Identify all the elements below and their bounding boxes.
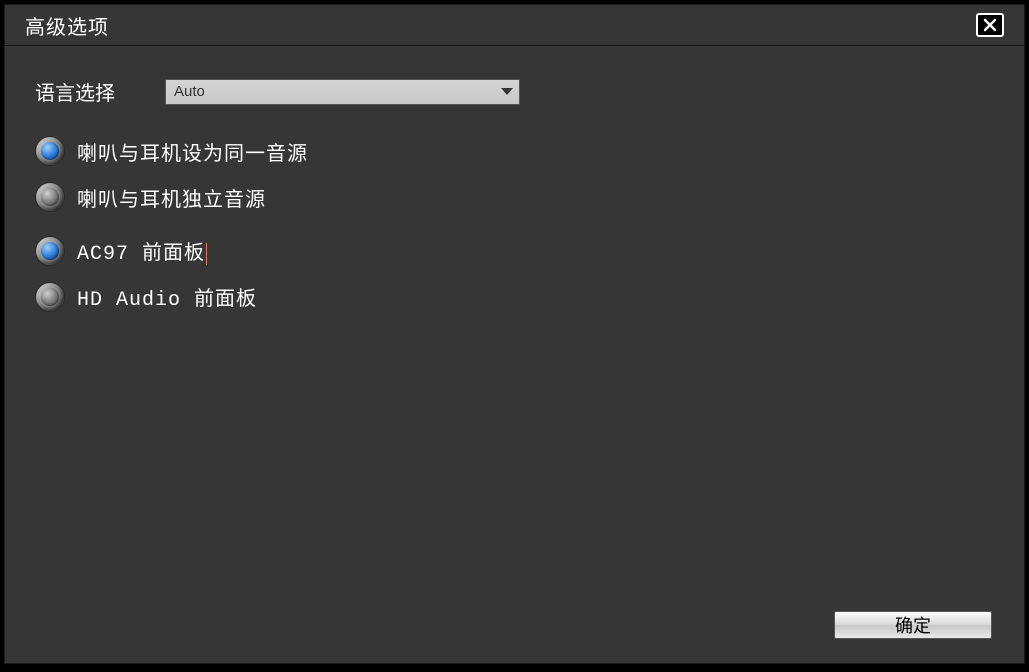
content-area: 语言选择 Auto 喇叭与耳机设为同一音源 喇叭与耳机独立音源: [5, 47, 1024, 312]
radio-icon: [35, 236, 65, 266]
radio-label: 喇叭与耳机独立音源: [77, 183, 266, 212]
radio-icon: [35, 136, 65, 166]
text-cursor: [206, 243, 207, 265]
ok-button[interactable]: 确定: [834, 611, 992, 639]
close-button[interactable]: [976, 13, 1004, 37]
language-selected-value: Auto: [174, 83, 205, 100]
close-icon: [983, 18, 997, 32]
front-panel-group: AC97 前面板 HD Audio 前面板: [35, 236, 994, 312]
language-label: 语言选择: [35, 77, 165, 106]
language-dropdown[interactable]: Auto: [165, 79, 520, 105]
audio-source-group: 喇叭与耳机设为同一音源 喇叭与耳机独立音源: [35, 136, 994, 212]
chevron-down-icon: [501, 88, 513, 95]
radio-independent-audio-source[interactable]: 喇叭与耳机独立音源: [35, 182, 994, 212]
radio-selected-icon: [41, 242, 59, 260]
titlebar: 高级选项: [5, 5, 1024, 45]
radio-selected-icon: [41, 142, 59, 160]
radio-unselected-icon: [41, 188, 59, 206]
radio-hd-audio-panel[interactable]: HD Audio 前面板: [35, 282, 994, 312]
radio-ac97-panel[interactable]: AC97 前面板: [35, 236, 994, 266]
radio-label: 喇叭与耳机设为同一音源: [77, 137, 308, 166]
radio-icon: [35, 282, 65, 312]
language-row: 语言选择 Auto: [35, 77, 994, 106]
radio-icon: [35, 182, 65, 212]
dialog-title: 高级选项: [25, 11, 109, 40]
radio-same-audio-source[interactable]: 喇叭与耳机设为同一音源: [35, 136, 994, 166]
advanced-options-dialog: 高级选项 语言选择 Auto 喇叭与耳机设为同一音源: [4, 4, 1025, 664]
radio-unselected-icon: [41, 288, 59, 306]
radio-label: AC97 前面板: [77, 236, 207, 266]
radio-label: HD Audio 前面板: [77, 282, 257, 312]
